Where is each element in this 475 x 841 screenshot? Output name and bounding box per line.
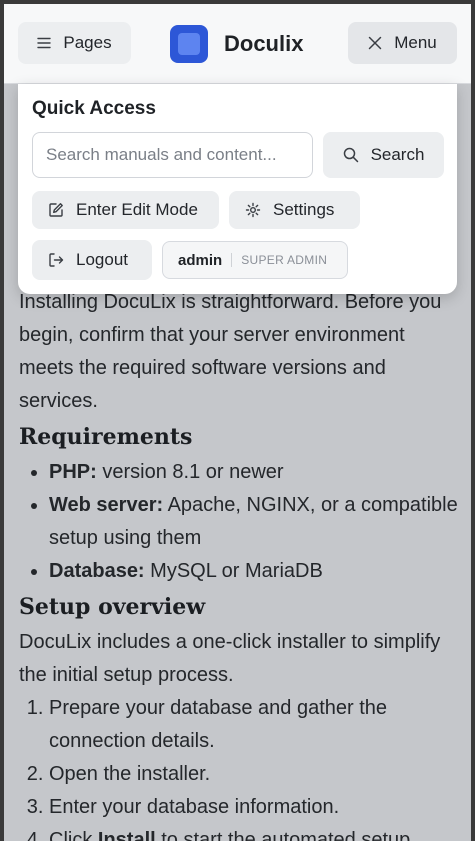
settings-label: Settings xyxy=(273,200,335,219)
settings-button[interactable]: Settings xyxy=(229,191,360,229)
app-frame: Installing DocuLix is straightforward. B… xyxy=(4,4,471,841)
quick-access-panel: Quick Access Search Enter Edit Mode Sett… xyxy=(18,84,457,294)
list-item: Click Install to start the automated set… xyxy=(49,824,459,841)
brand-name: Doculix xyxy=(224,31,304,56)
list-item: Enter your database information. xyxy=(49,791,459,824)
edit-mode-button[interactable]: Enter Edit Mode xyxy=(32,191,219,229)
setup-steps: Prepare your database and gather the con… xyxy=(49,692,459,841)
list-item: Open the installer. xyxy=(49,758,459,791)
setup-heading: Setup overview xyxy=(19,594,206,620)
user-name: admin xyxy=(178,251,223,269)
intro-paragraph: Installing DocuLix is straightforward. B… xyxy=(19,291,442,412)
edit-mode-label: Enter Edit Mode xyxy=(76,200,198,219)
list-item: PHP: version 8.1 or newer xyxy=(49,456,459,489)
search-button-label: Search xyxy=(370,145,425,164)
logout-label: Logout xyxy=(76,250,128,269)
menu-label: Menu xyxy=(394,33,437,52)
list-item: Web server: Apache, NGINX, or a compatib… xyxy=(49,489,459,555)
gear-icon xyxy=(245,202,261,218)
search-input[interactable] xyxy=(32,132,313,178)
logout-button[interactable]: Logout xyxy=(32,240,152,280)
pages-label: Pages xyxy=(63,33,112,52)
logo-icon xyxy=(170,25,208,63)
edit-icon xyxy=(48,202,64,218)
list-item: Database: MySQL or MariaDB xyxy=(49,555,459,588)
requirements-list: PHP: version 8.1 or newer Web server: Ap… xyxy=(49,456,459,588)
logout-icon xyxy=(48,252,64,268)
requirements-heading: Requirements xyxy=(19,424,193,450)
search-button[interactable]: Search xyxy=(323,132,444,178)
list-item: Prepare your database and gather the con… xyxy=(49,692,459,758)
search-icon xyxy=(343,147,359,163)
panel-title: Quick Access xyxy=(32,98,156,119)
setup-intro: DocuLix includes a one-click installer t… xyxy=(19,631,441,686)
brand[interactable]: Doculix xyxy=(170,25,303,63)
user-role-badge: SUPER ADMIN xyxy=(241,253,328,267)
pages-button[interactable]: Pages xyxy=(18,22,131,64)
user-chip: admin SUPER ADMIN xyxy=(162,241,348,279)
doc-content: Installing DocuLix is straightforward. B… xyxy=(19,286,459,841)
list-icon xyxy=(37,37,52,49)
divider xyxy=(231,253,233,267)
top-header: Pages Doculix Menu xyxy=(4,4,471,84)
close-icon xyxy=(368,36,382,50)
menu-close-button[interactable]: Menu xyxy=(348,22,457,64)
